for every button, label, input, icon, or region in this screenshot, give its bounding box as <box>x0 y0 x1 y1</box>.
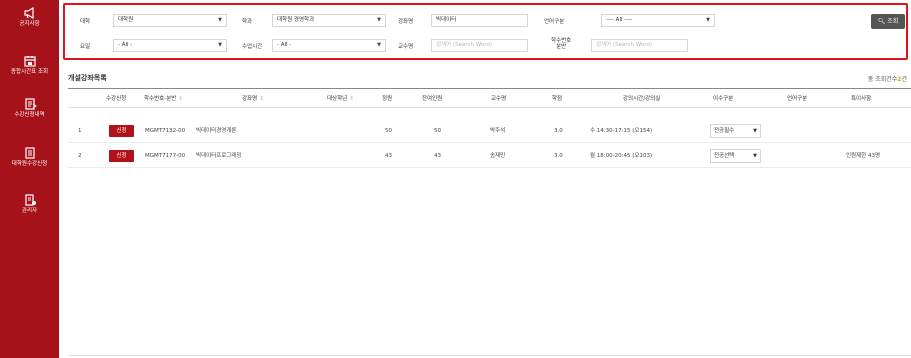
col-category: 이수구분 <box>713 96 734 102</box>
table-header: 수강신청 학수번호-분반 ⇕ 강좌명 ⇕ 대상학년 ⇕ 정원 잔여인원 교수명 학점 … <box>68 88 911 108</box>
remaining: 43 <box>434 153 441 159</box>
professor: 송재민 <box>490 153 506 159</box>
chevron-down-icon: ▼ <box>218 42 222 48</box>
col-language: 언어구분 <box>787 96 808 102</box>
course-name-input[interactable]: 빅데이터 <box>431 14 528 27</box>
list-icon <box>24 98 37 110</box>
capacity: 43 <box>385 153 392 159</box>
department-select[interactable]: 대학원 경영학과 ▼ <box>272 14 386 27</box>
sort-icon: ⇕ <box>349 96 354 102</box>
sidebar-item-label: 공지사항 <box>19 21 40 27</box>
search-button[interactable]: 🔍︎ 조회 <box>871 14 905 29</box>
language-label: 언어구분 <box>544 19 565 25</box>
course-code: MGMT7132-00 <box>145 128 186 134</box>
document-icon <box>24 147 35 159</box>
language-select[interactable]: ---- All ---- ▼ <box>601 14 715 27</box>
chevron-down-icon: ▼ <box>377 17 381 23</box>
calendar-icon <box>23 56 36 67</box>
class-time: 수 14:30-17:15 (오154) <box>590 128 653 134</box>
list-title: 개설강좌목록 <box>68 74 107 82</box>
row-number: 2 <box>78 153 82 159</box>
professor-label: 교수명 <box>398 44 414 50</box>
row-number: 1 <box>78 128 82 134</box>
course-name: 빅데이터경영개론 <box>196 128 237 134</box>
sidebar-item-admin[interactable]: 관리자 <box>0 194 59 215</box>
col-note: 특이사항 <box>851 96 872 102</box>
professor-input[interactable]: 검색어 (Search Word) <box>431 39 528 52</box>
apply-button[interactable]: 신청 <box>109 150 134 162</box>
search-filter-panel: 대학 대학원 ▼ 학과 대학원 경영학과 ▼ 강좌명 빅데이터 언어구분 ---- … <box>63 3 908 60</box>
col-capacity: 정원 <box>382 96 393 102</box>
megaphone-icon <box>23 7 34 19</box>
sidebar-item-timetable[interactable]: 종합시간표 조회 <box>0 55 59 76</box>
category-select[interactable]: 전공필수 ▼ <box>710 124 761 138</box>
sort-icon: ⇕ <box>259 96 264 102</box>
col-credit: 학점 <box>552 96 563 102</box>
course-code-input[interactable]: 검색어 (Search Word) <box>591 39 688 52</box>
col-apply[interactable]: 수강신청 <box>106 89 126 109</box>
professor: 박주석 <box>490 128 506 134</box>
chevron-down-icon: ▼ <box>753 153 757 159</box>
note: 인원제한 43명 <box>846 153 881 159</box>
col-remaining: 잔여인원 <box>422 96 443 102</box>
col-course-name[interactable]: 강좌명 ⇕ <box>242 89 264 109</box>
chevron-down-icon: ▼ <box>753 128 757 134</box>
col-target-grade[interactable]: 대상학년 ⇕ <box>327 89 354 109</box>
credit: 3.0 <box>554 153 563 159</box>
sidebar-item-registration-history[interactable]: 수강신청내역 <box>0 98 59 119</box>
day-label: 요일 <box>80 44 91 50</box>
department-label: 학과 <box>242 19 253 25</box>
chevron-down-icon: ▼ <box>218 17 222 23</box>
class-time-select[interactable]: - All - ▼ <box>272 39 386 52</box>
sidebar-item-notice[interactable]: 공지사항 <box>0 7 59 28</box>
course-name-label: 강좌명 <box>398 19 414 25</box>
admin-icon <box>24 194 36 206</box>
category-select[interactable]: 전공선택 ▼ <box>710 149 761 163</box>
sidebar-item-label: 수강신청내역 <box>14 112 45 118</box>
col-code[interactable]: 학수번호-분반 ⇕ <box>144 89 183 109</box>
course-name: 빅데이터프로그래밍 <box>196 153 242 159</box>
table-row: 1 신청 MGMT7132-00 빅데이터경영개론 50 50 박주석 3.0 … <box>68 120 911 143</box>
sidebar-item-label: 종합시간표 조회 <box>10 69 49 75</box>
total-count: 총 조회건수2건 <box>867 76 907 83</box>
sidebar-item-grad-registration[interactable]: 대학원수강신청 <box>0 147 59 168</box>
capacity: 50 <box>385 128 392 134</box>
class-time-label: 수업시간 <box>242 44 263 50</box>
course-code-label: 학수번호 분반 <box>551 38 572 50</box>
apply-button[interactable]: 신청 <box>109 125 134 137</box>
university-select[interactable]: 대학원 ▼ <box>113 14 227 27</box>
search-icon: 🔍︎ <box>877 18 886 25</box>
table-row: 2 신청 MGMT7177-00 빅데이터프로그래밍 43 43 송재민 3.0… <box>68 145 911 168</box>
credit: 3.0 <box>554 128 563 134</box>
sidebar: 공지사항 종합시간표 조회 수강신청내역 대학원수강신청 관리자 <box>0 0 59 358</box>
sidebar-item-label: 관리자 <box>21 208 38 214</box>
class-time: 월 18:00-20:45 (오103) <box>590 153 653 159</box>
sort-icon: ⇕ <box>178 96 183 102</box>
sidebar-item-label: 대학원수강신청 <box>11 161 48 167</box>
chevron-down-icon: ▼ <box>377 42 381 48</box>
course-code: MGMT7177-00 <box>145 153 186 159</box>
col-time: 강의시간/강의실 <box>623 96 661 102</box>
remaining: 50 <box>434 128 441 134</box>
university-label: 대학 <box>80 19 91 25</box>
chevron-down-icon: ▼ <box>706 17 710 23</box>
col-professor: 교수명 <box>491 96 507 102</box>
day-select[interactable]: - All - ▼ <box>113 39 227 52</box>
